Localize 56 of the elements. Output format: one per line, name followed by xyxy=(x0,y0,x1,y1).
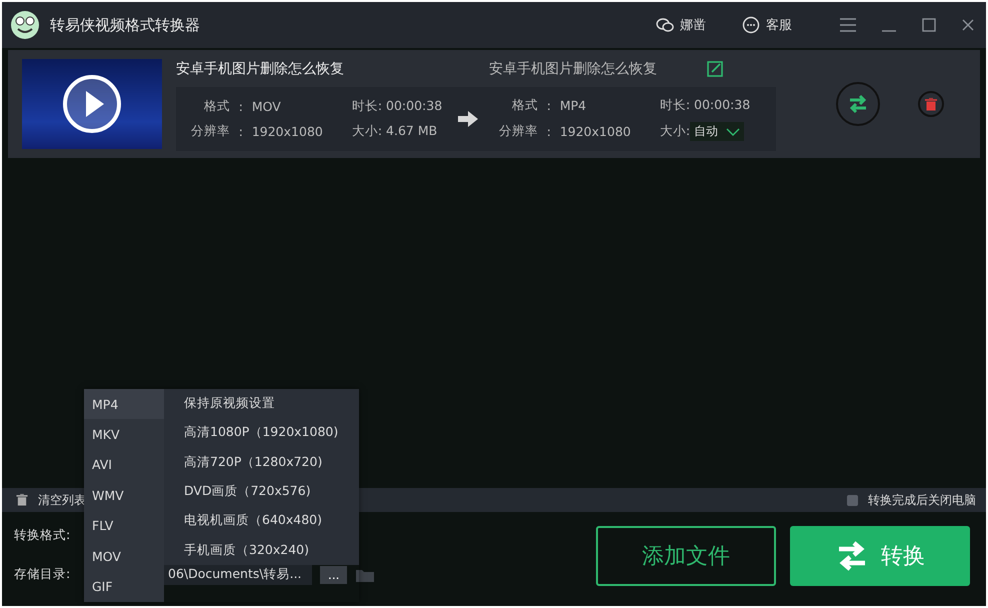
checkbox[interactable] xyxy=(847,494,858,506)
preset-option[interactable]: 手机画质（320x240) xyxy=(164,536,359,565)
window-title: 转易侠视频格式转换器 xyxy=(50,16,200,34)
delete-button[interactable] xyxy=(918,91,944,117)
close-icon[interactable] xyxy=(962,19,974,31)
maximize-icon[interactable] xyxy=(922,18,936,32)
format-label: 格式 xyxy=(510,97,538,114)
wechat-icon xyxy=(656,17,674,33)
preset-option[interactable]: 高清720P（1280x720) xyxy=(164,448,359,477)
preset-option[interactable]: 高清1080P（1920x1080) xyxy=(164,418,359,448)
colon: : xyxy=(546,98,552,113)
size-label: 大小: xyxy=(660,123,690,140)
chat-bubble-icon xyxy=(742,16,760,34)
format-value: MP4 xyxy=(560,98,588,113)
format-option[interactable]: AVI xyxy=(84,450,164,480)
preset-option[interactable]: 保持原视频设置 xyxy=(164,389,359,418)
colon: : xyxy=(546,124,552,139)
file-name: 安卓手机图片删除怎么恢复 xyxy=(176,60,345,78)
format-option[interactable]: MOV xyxy=(84,540,164,572)
resolution-label: 分辨率 xyxy=(190,123,230,140)
convert-file-button[interactable] xyxy=(836,82,880,126)
customer-service-link[interactable]: 客服 xyxy=(742,16,792,34)
format-value: MOV xyxy=(252,99,282,114)
resolution-value: 1920x1080 xyxy=(560,124,632,139)
resolution-label: 分辨率 xyxy=(498,123,538,140)
preset-option[interactable]: DVD画质（720x576) xyxy=(164,476,359,506)
format-option[interactable]: WMV xyxy=(84,480,164,511)
duration-text: 时长: 00:00:38 xyxy=(660,97,752,114)
size-text: 大小: 4.67 MB xyxy=(352,123,438,140)
trash-icon xyxy=(925,98,937,110)
play-icon[interactable] xyxy=(62,74,122,134)
format-label: 格式 xyxy=(202,98,230,115)
format-option[interactable]: MKV xyxy=(84,419,164,450)
format-option[interactable]: GIF xyxy=(84,571,164,602)
format-label: 转换格式: xyxy=(14,527,72,544)
format-option[interactable]: FLV xyxy=(84,510,164,541)
shutdown-option-label: 转换完成后关闭电脑 xyxy=(868,492,976,508)
trash-icon xyxy=(16,494,28,506)
colon: : xyxy=(238,99,244,114)
right-arrow-icon xyxy=(458,111,478,127)
output-file-name: 安卓手机图片删除怎么恢复 xyxy=(489,60,658,78)
wechat-link[interactable]: 娜凿 xyxy=(656,16,706,34)
directory-label: 存储目录: xyxy=(14,566,72,583)
format-option[interactable]: MP4 xyxy=(84,389,164,420)
duration-text: 时长: 00:00:38 xyxy=(352,98,444,115)
chevron-down-icon xyxy=(726,128,740,136)
colon: : xyxy=(238,124,244,139)
browse-button[interactable]: ... xyxy=(320,566,348,584)
edit-icon[interactable] xyxy=(707,61,723,77)
menu-icon[interactable] xyxy=(840,18,856,32)
add-file-button[interactable]: 添加文件 xyxy=(596,526,776,586)
swap-arrows-icon xyxy=(847,93,869,115)
directory-field[interactable]: 06\Documents\转易... xyxy=(164,564,312,585)
preset-option[interactable]: 电视机画质（640x480) xyxy=(164,506,359,536)
size-dropdown[interactable]: 自动 xyxy=(690,122,744,141)
resolution-value: 1920x1080 xyxy=(252,124,324,139)
